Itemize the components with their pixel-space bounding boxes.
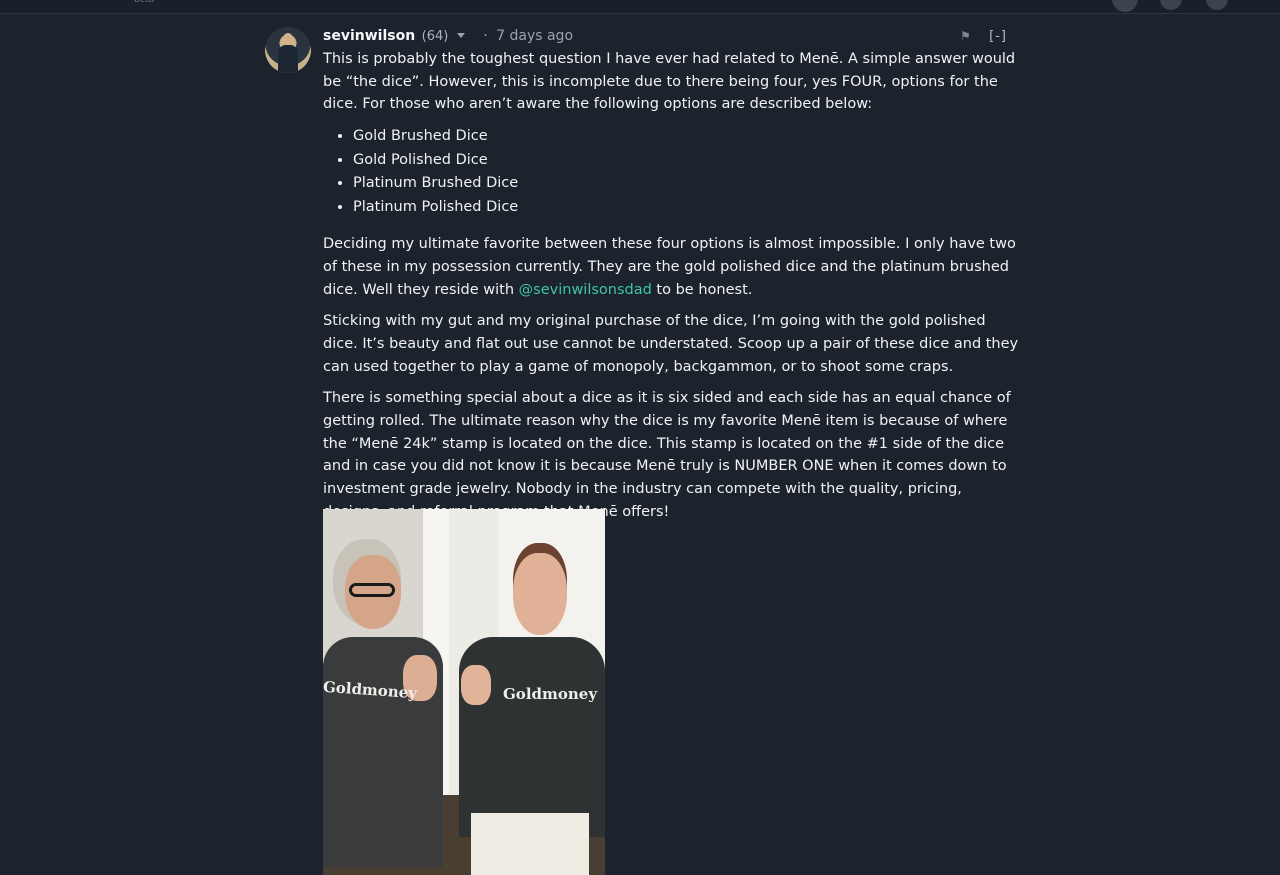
user-mention-link[interactable]: @sevinwilsonsdad [519,282,652,298]
comment-meta: sevinwilson (64) · 7 days ago ⚑ [-] [323,24,1023,48]
flag-icon[interactable]: ⚑ [960,29,971,43]
profile-avatar-icon[interactable] [1112,0,1138,12]
menu-icon[interactable] [1206,0,1228,10]
author-name[interactable]: sevinwilson [323,28,415,44]
comment-actions: ⚑ [-] [960,24,1007,49]
photo-hand-right [461,665,491,705]
comment-timestamp[interactable]: 7 days ago [496,28,573,44]
list-item: Platinum Polished Dice [353,196,1023,220]
author-reputation: (64) [421,29,449,44]
comment-body: sevinwilson (64) · 7 days ago ⚑ [-] This… [323,24,1023,533]
comment-photo[interactable]: Goldmoney Goldmoney [323,509,605,875]
list-item: Gold Brushed Dice [353,125,1023,149]
notifications-icon[interactable] [1160,0,1182,10]
meta-separator: · [483,28,488,44]
paragraph-2: Deciding my ultimate favorite between th… [323,233,1023,301]
intro-paragraph: This is probably the toughest question I… [323,51,1016,113]
photo-pants [471,813,589,875]
beta-label: beta [134,0,155,5]
paragraph-4: There is something special about a dice … [323,390,1011,520]
avatar-head [283,33,293,45]
list-item: Gold Polished Dice [353,149,1023,173]
dice-options-list: Gold Brushed Dice Gold Polished Dice Pla… [323,125,1023,219]
collapse-button[interactable]: [-] [989,29,1007,44]
photo-head-right [513,553,567,635]
paragraph-2-end: to be honest. [651,281,753,298]
shirt-logo-right: Goldmoney [503,685,598,703]
chevron-down-icon[interactable] [456,32,465,38]
top-navigation-bar: beta [0,0,1280,14]
photo-glasses [349,583,395,597]
avatar-suit [278,45,298,73]
paragraph-3: Sticking with my gut and my original pur… [323,313,1019,375]
comment-text: This is probably the toughest question I… [323,48,1023,524]
list-item: Platinum Brushed Dice [353,172,1023,196]
author-avatar[interactable] [265,27,311,73]
